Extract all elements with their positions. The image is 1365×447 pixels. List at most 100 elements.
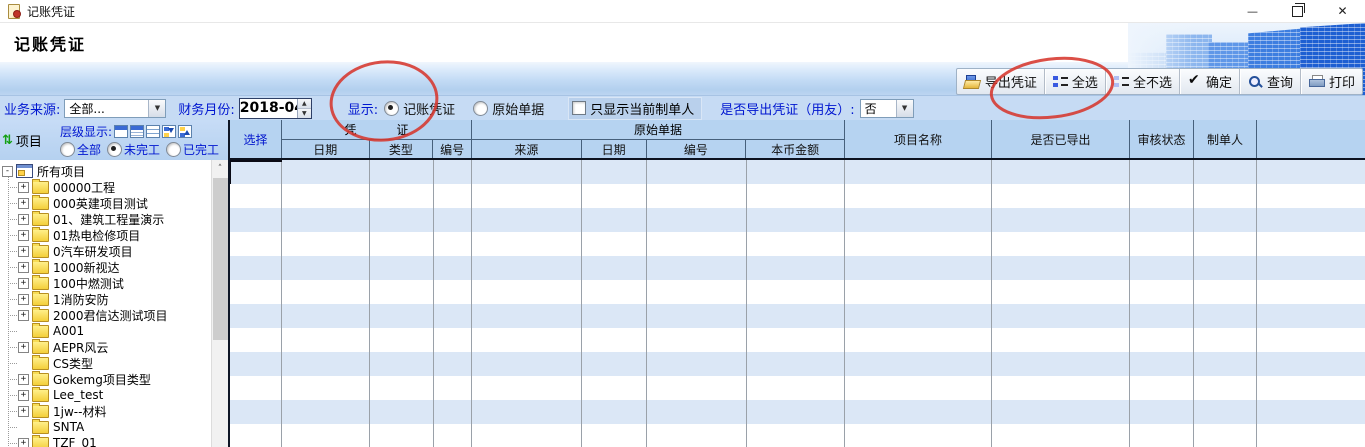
expand-icon[interactable]: + <box>18 246 29 257</box>
filter-option-finished[interactable]: 已完工 <box>166 141 219 158</box>
expand-icon[interactable] <box>18 358 29 369</box>
window-title: 记账凭证 <box>27 3 75 20</box>
expand-icon[interactable]: + <box>18 390 29 401</box>
body-col <box>845 160 992 447</box>
expand-icon[interactable]: + <box>18 182 29 193</box>
filter-option-all[interactable]: 全部 <box>60 141 101 158</box>
business-source-select[interactable]: 全部... ▼ <box>64 99 166 118</box>
tree-item[interactable]: CS类型 <box>0 355 211 371</box>
tree-item-root[interactable]: - 所有项目 <box>0 163 211 179</box>
folder-icon <box>32 229 49 242</box>
tree-item[interactable]: + 01、建筑工程量演示 <box>0 211 211 227</box>
refresh-icon[interactable]: ⇅ <box>2 133 13 148</box>
tree-item[interactable]: + AEPR风云 <box>0 339 211 355</box>
select-all-button[interactable]: 全选 <box>1045 69 1106 94</box>
col-maker[interactable]: 制单人 <box>1194 120 1257 158</box>
expand-icon[interactable] <box>18 326 29 337</box>
sort-descending-icon[interactable] <box>162 125 176 138</box>
spin-down-icon[interactable]: ▼ <box>298 109 311 118</box>
tree-item[interactable]: + 01热电检修项目 <box>0 227 211 243</box>
radio-icon[interactable] <box>473 101 488 116</box>
expand-icon[interactable]: + <box>18 374 29 385</box>
fiscal-month-input[interactable] <box>240 99 297 118</box>
restore-button[interactable] <box>1275 0 1320 22</box>
expand-icon[interactable]: + <box>18 214 29 225</box>
col-original-date[interactable]: 日期 <box>582 140 647 158</box>
expand-icon[interactable]: + <box>18 294 29 305</box>
expand-icon[interactable]: + <box>18 262 29 273</box>
col-voucher-type[interactable]: 类型 <box>370 140 434 158</box>
chevron-down-icon[interactable]: ▼ <box>148 100 165 117</box>
export-flag-select[interactable]: 否 ▼ <box>860 99 914 118</box>
sort-ascending-icon[interactable] <box>178 125 192 138</box>
expand-icon[interactable]: + <box>18 230 29 241</box>
spin-up-icon[interactable]: ▲ <box>298 99 311 109</box>
tree-scrollbar[interactable]: ˄ <box>211 160 228 447</box>
expand-icon[interactable]: + <box>18 310 29 321</box>
expand-icon[interactable]: + <box>18 278 29 289</box>
toolbar: 业务来源: 全部... ▼ 财务月份: ▲ ▼ 显示: 记账凭证 原始单据 只显… <box>0 95 1365 120</box>
display-option-original[interactable]: 原始单据 <box>473 99 544 118</box>
radio-icon[interactable] <box>166 142 181 157</box>
tree-item[interactable]: SNTA <box>0 419 211 435</box>
col-project-name[interactable]: 项目名称 <box>845 120 992 158</box>
tree-item[interactable]: + 2000君信达测试项目 <box>0 307 211 323</box>
tree-item[interactable]: + 1消防安防 <box>0 291 211 307</box>
tree-item-label: 1000新视达 <box>53 259 120 276</box>
checkbox-icon[interactable] <box>572 101 586 115</box>
app-icon <box>7 4 21 18</box>
tree-item[interactable]: + TZF_01 <box>0 435 211 447</box>
expand-icon[interactable]: + <box>18 198 29 209</box>
button-label: 全选 <box>1072 72 1098 91</box>
level-display-label: 层级显示: <box>60 123 112 140</box>
col-audit-status[interactable]: 审核状态 <box>1130 120 1194 158</box>
window-list-icon[interactable] <box>114 125 128 138</box>
tree-item[interactable]: + 00000工程 <box>0 179 211 195</box>
confirm-button[interactable]: 确定 <box>1180 69 1240 94</box>
query-button[interactable]: 查询 <box>1240 69 1301 94</box>
tree-item[interactable]: + 100中燃测试 <box>0 275 211 291</box>
tree-item[interactable]: + 1000新视达 <box>0 259 211 275</box>
expand-icon[interactable] <box>18 422 29 433</box>
print-button[interactable]: 打印 <box>1301 69 1362 94</box>
only-current-maker-checkbox-group[interactable]: 只显示当前制单人 <box>568 97 702 120</box>
chevron-down-icon[interactable]: ▼ <box>896 100 913 117</box>
scroll-up-icon[interactable]: ˄ <box>212 160 228 177</box>
export-voucher-button[interactable]: 导出凭证 <box>957 69 1045 94</box>
tree-item[interactable]: + 1jw--材料 <box>0 403 211 419</box>
deselect-all-button[interactable]: 全不选 <box>1106 69 1180 94</box>
radio-selected-icon[interactable] <box>107 142 122 157</box>
col-source[interactable]: 来源 <box>472 140 582 158</box>
focused-cell[interactable] <box>230 160 282 184</box>
radio-icon[interactable] <box>60 142 75 157</box>
collapse-icon[interactable]: - <box>2 166 13 177</box>
expand-icon[interactable]: + <box>18 406 29 417</box>
col-exported[interactable]: 是否已导出 <box>992 120 1130 158</box>
close-button[interactable]: ✕ <box>1320 0 1365 22</box>
tree-item[interactable]: + 000英建项目测试 <box>0 195 211 211</box>
display-option-voucher[interactable]: 记账凭证 <box>384 99 455 118</box>
detail-view-icon[interactable] <box>130 125 144 138</box>
tree-item[interactable]: + 0汽车研发项目 <box>0 243 211 259</box>
body-col <box>282 160 370 447</box>
tree-item[interactable]: A001 <box>0 323 211 339</box>
expand-icon[interactable]: + <box>18 438 29 447</box>
group-original-doc-label[interactable]: 原始单据 <box>472 120 844 140</box>
grid-body[interactable] <box>230 160 1365 447</box>
tree-item[interactable]: + Gokemg项目类型 <box>0 371 211 387</box>
col-amount[interactable]: 本币金额 <box>746 140 844 158</box>
export-flag-label: 是否导出凭证（用友）: <box>720 99 854 118</box>
filter-option-unfinished[interactable]: 未完工 <box>107 141 160 158</box>
radio-selected-icon[interactable] <box>384 101 399 116</box>
grid-view-icon[interactable] <box>146 125 160 138</box>
col-select[interactable]: 选择 <box>230 120 282 158</box>
col-voucher-no[interactable]: 编号 <box>433 140 471 158</box>
expand-icon[interactable]: + <box>18 342 29 353</box>
business-source-value: 全部... <box>65 100 108 117</box>
tree-item[interactable]: + Lee_test <box>0 387 211 403</box>
scrollbar-thumb[interactable] <box>213 178 228 340</box>
minimize-button[interactable]: — <box>1230 0 1275 22</box>
group-voucher-label[interactable]: 凭 证 <box>282 120 471 140</box>
col-voucher-date[interactable]: 日期 <box>282 140 370 158</box>
col-original-no[interactable]: 编号 <box>647 140 747 158</box>
